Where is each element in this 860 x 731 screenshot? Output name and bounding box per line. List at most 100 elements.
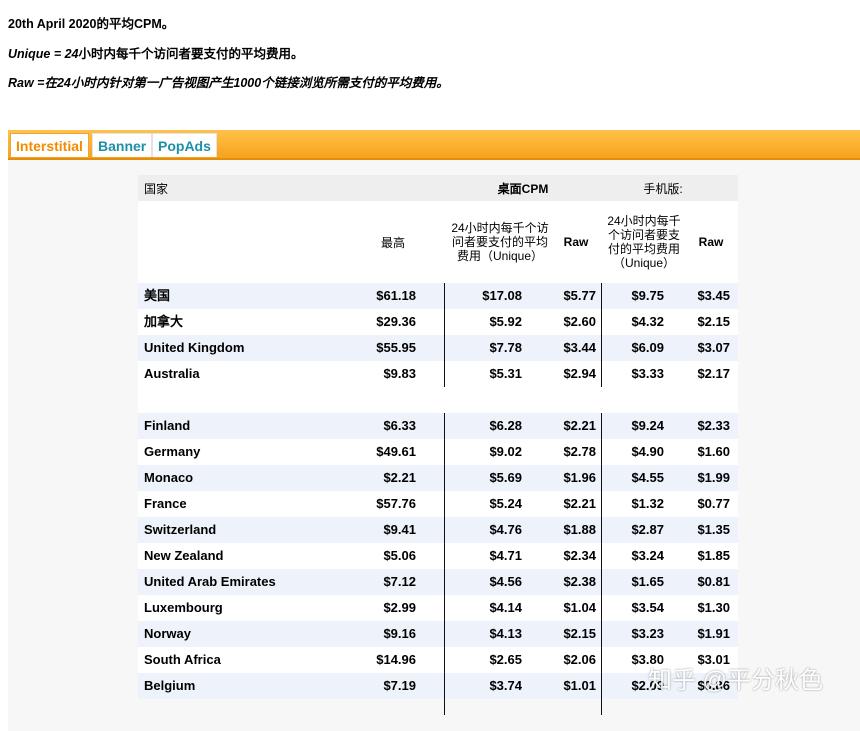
desktop-unique-cell: $4.13 xyxy=(489,626,522,641)
max-cell: $2.99 xyxy=(383,600,416,615)
table-row: 加拿大 $29.36 $5.92 $2.60 $4.32 $2.15 xyxy=(138,309,738,335)
mobile-header: 手机版: xyxy=(643,181,683,196)
mobile-unique-header: 24小时内每千个访问者要支付的平均费用（Unique） xyxy=(607,214,681,270)
mobile-raw-cell: $1.99 xyxy=(697,470,730,485)
desktop-raw-cell: $2.15 xyxy=(563,626,596,641)
desktop-unique-header: 24小时内每千个访问者要支付的平均费用（Unique） xyxy=(451,221,549,263)
country-cell: Germany xyxy=(144,444,201,459)
max-cell: $14.96 xyxy=(376,652,416,667)
country-cell: France xyxy=(144,496,187,511)
mobile-unique-cell: $3.33 xyxy=(631,366,664,381)
desktop-raw-cell: $1.04 xyxy=(563,600,596,615)
table-row: New Zealand $5.06 $4.71 $2.34 $3.24 $1.85 xyxy=(138,543,738,569)
desktop-unique-cell: $5.31 xyxy=(489,366,522,381)
mobile-unique-cell: $2.87 xyxy=(631,522,664,537)
desktop-unique-cell: $6.28 xyxy=(489,418,522,433)
desktop-raw-cell: $1.96 xyxy=(563,470,596,485)
desktop-raw-cell: $2.34 xyxy=(563,548,596,563)
country-cell: Australia xyxy=(144,366,200,381)
desktop-raw-cell: $2.94 xyxy=(563,366,596,381)
max-cell: $9.41 xyxy=(383,522,416,537)
table-row: Monaco $2.21 $5.69 $1.96 $4.55 $1.99 xyxy=(138,465,738,491)
tab-popads[interactable]: PopAds xyxy=(152,133,217,157)
raw-label: Raw = xyxy=(8,76,45,90)
desktop-unique-cell: $7.78 xyxy=(489,340,522,355)
mobile-unique-cell: $9.75 xyxy=(631,288,664,303)
intro-raw-definition: Raw =在24小时内针对第一广告视图产生1000个链接浏览所需支付的平均费用。 xyxy=(8,72,449,91)
mobile-raw-cell: $1.85 xyxy=(697,548,730,563)
table-row: Germany $49.61 $9.02 $2.78 $4.90 $1.60 xyxy=(138,439,738,465)
desktop-cpm-header: 桌面CPM xyxy=(497,181,549,196)
desktop-raw-cell: $2.78 xyxy=(563,444,596,459)
table-header-sub: 最高 24小时内每千个访问者要支付的平均费用（Unique） Raw 24小时内… xyxy=(138,201,738,283)
desktop-unique-cell: $17.08 xyxy=(482,288,522,303)
mobile-raw-cell: $1.35 xyxy=(697,522,730,537)
desktop-unique-cell: $4.76 xyxy=(489,522,522,537)
max-cell: $55.95 xyxy=(376,340,416,355)
max-cell: $5.06 xyxy=(383,548,416,563)
column-divider-desktop-lower xyxy=(444,413,445,715)
desktop-raw-cell: $3.44 xyxy=(563,340,596,355)
desktop-raw-cell: $2.21 xyxy=(563,496,596,511)
max-cell: $7.19 xyxy=(383,678,416,693)
mobile-raw-cell: $2.15 xyxy=(697,314,730,329)
mobile-raw-cell: $3.07 xyxy=(697,340,730,355)
desktop-raw-cell: $1.88 xyxy=(563,522,596,537)
mobile-unique-cell: $3.24 xyxy=(631,548,664,563)
mobile-raw-cell: $1.30 xyxy=(697,600,730,615)
desktop-unique-cell: $4.56 xyxy=(489,574,522,589)
country-header: 国家 xyxy=(144,181,169,196)
tab-interstitial[interactable]: Interstitial xyxy=(10,133,89,157)
desktop-raw-cell: $2.60 xyxy=(563,314,596,329)
intro-unique-definition: Unique = 24小时内每千个访问者要支付的平均费用。 xyxy=(8,43,304,62)
mobile-raw-cell: $1.91 xyxy=(697,626,730,641)
desktop-unique-cell: $3.74 xyxy=(489,678,522,693)
intro-date-line: 20th April 2020的平均CPM。 xyxy=(8,17,175,31)
max-cell: $9.83 xyxy=(383,366,416,381)
table-row: Finland $6.33 $6.28 $2.21 $9.24 $2.33 xyxy=(138,413,738,439)
country-cell: United Kingdom xyxy=(144,340,245,355)
mobile-raw-cell: $0.81 xyxy=(697,574,730,589)
country-cell: 美国 xyxy=(144,288,171,303)
desktop-raw-cell: $1.01 xyxy=(563,678,596,693)
raw-description: 在24小时内针对第一广告视图产生1000个链接浏览所需支付的平均费用。 xyxy=(44,76,449,90)
column-divider-mobile xyxy=(601,283,602,387)
table-row: France $57.76 $5.24 $2.21 $1.32 $0.77 xyxy=(138,491,738,517)
table-row: Switzerland $9.41 $4.76 $1.88 $2.87 $1.35 xyxy=(138,517,738,543)
table-row: Luxembourg $2.99 $4.14 $1.04 $3.54 $1.30 xyxy=(138,595,738,621)
group-separator xyxy=(138,387,738,413)
mobile-raw-cell: $2.17 xyxy=(697,366,730,381)
mobile-raw-cell: $2.33 xyxy=(697,418,730,433)
watermark: 知乎 @平分秋色 xyxy=(648,667,824,694)
max-cell: $7.12 xyxy=(383,574,416,589)
cpm-table: 国家 桌面CPM 手机版: 最高 24小时内每千个访问者要支付的平均费用（Uni… xyxy=(138,175,738,715)
desktop-unique-cell: $5.69 xyxy=(489,470,522,485)
country-cell: Switzerland xyxy=(144,522,217,537)
country-cell: Belgium xyxy=(144,678,196,693)
tab-banner[interactable]: Banner xyxy=(92,133,153,157)
country-cell: 加拿大 xyxy=(144,314,184,329)
mobile-unique-cell: $3.54 xyxy=(631,600,664,615)
desktop-raw-cell: $2.38 xyxy=(563,574,596,589)
desktop-unique-cell: $9.02 xyxy=(489,444,522,459)
desktop-unique-cell: $4.71 xyxy=(489,548,522,563)
mobile-raw-header: Raw xyxy=(698,235,724,249)
unique-description: 小时内每千个访问者要支付的平均费用。 xyxy=(78,47,304,61)
country-cell: Monaco xyxy=(144,470,194,485)
country-cell: Finland xyxy=(144,418,191,433)
unique-label: Unique = 24 xyxy=(8,47,79,61)
mobile-raw-cell: $1.60 xyxy=(697,444,730,459)
table-header-top: 国家 桌面CPM 手机版: xyxy=(138,175,738,201)
mobile-unique-cell: $4.90 xyxy=(631,444,664,459)
max-cell: $29.36 xyxy=(376,314,416,329)
table-row: United Kingdom $55.95 $7.78 $3.44 $6.09 $3.07 xyxy=(138,335,738,361)
desktop-raw-cell: $2.21 xyxy=(563,418,596,433)
desktop-unique-cell: $4.14 xyxy=(489,600,522,615)
table-row: Norway $9.16 $4.13 $2.15 $3.23 $1.91 xyxy=(138,621,738,647)
mobile-raw-cell: $0.77 xyxy=(697,496,730,511)
desktop-raw-cell: $2.06 xyxy=(563,652,596,667)
mobile-unique-cell: $4.32 xyxy=(631,314,664,329)
mobile-unique-cell: $3.23 xyxy=(631,626,664,641)
max-cell: $61.18 xyxy=(376,288,416,303)
mobile-unique-cell: $9.24 xyxy=(631,418,664,433)
